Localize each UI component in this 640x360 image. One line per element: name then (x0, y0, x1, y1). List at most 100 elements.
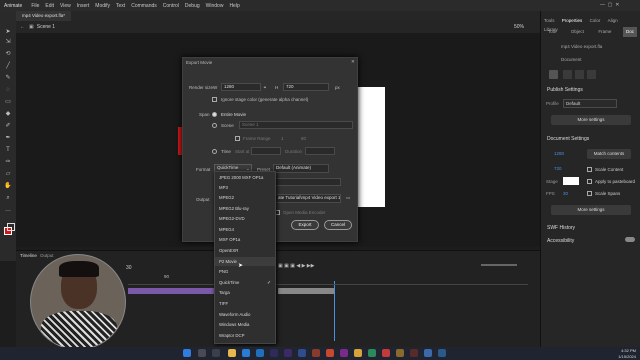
dialog-close-icon[interactable]: ✕ (351, 59, 355, 65)
doc-width[interactable]: 1280 (554, 151, 564, 156)
animate-taskbar-icon[interactable] (410, 349, 418, 357)
format-option-mpeg2[interactable]: MPEG2 (215, 193, 275, 202)
swf-history-header[interactable]: SWF History (547, 225, 575, 231)
apply-pasteboard-checkbox[interactable] (587, 179, 592, 184)
format-option-jpeg2000[interactable]: JPEG 2000 MXF OP1a (215, 173, 275, 182)
scene-radio[interactable] (212, 123, 217, 128)
illustrator-icon[interactable] (312, 349, 320, 357)
link-icon[interactable]: ⚭ (263, 85, 267, 91)
subtab-object[interactable]: Object (568, 27, 587, 37)
menu-control[interactable]: Control (160, 3, 182, 9)
format-option-png[interactable]: PNG (215, 267, 275, 276)
clock-time[interactable]: 4:32 PM (612, 348, 636, 353)
start-at-input[interactable] (251, 147, 281, 155)
format-option-openexr[interactable]: OpenEXR (215, 246, 275, 255)
rectangle-tool-icon[interactable]: ▭ (4, 99, 12, 106)
back-arrow-icon[interactable]: ← (20, 24, 25, 30)
paint-bucket-icon[interactable]: ◆ (4, 111, 12, 118)
more-tools-icon[interactable]: … (4, 207, 12, 214)
format-option-wraptor[interactable]: Wraptor DCP (215, 331, 275, 340)
match-contents-button[interactable]: Match contents (587, 149, 631, 159)
subtab-doc[interactable]: Doc (622, 27, 637, 37)
pencil-tool-icon[interactable]: ✎ (4, 75, 12, 82)
scene-label[interactable]: Scene 1 (37, 24, 55, 30)
align-icon[interactable] (563, 70, 572, 79)
app-icon-4[interactable] (368, 349, 376, 357)
frame-to[interactable]: 80 (301, 136, 306, 141)
doc-height[interactable]: 720 (554, 166, 562, 171)
profile-select[interactable]: Default (563, 99, 617, 108)
tab-align[interactable]: Align (605, 16, 621, 25)
format-option-mpeg4[interactable]: MPEG4 (215, 225, 275, 234)
height-input[interactable]: 720 (283, 83, 329, 91)
scale-spans-checkbox[interactable] (587, 191, 592, 196)
layer-span-selected[interactable] (278, 288, 334, 294)
eraser-tool-icon[interactable]: ▱ (4, 171, 12, 178)
preset-extra-field[interactable] (275, 178, 341, 186)
search-icon[interactable] (198, 349, 206, 357)
text-tool-icon[interactable]: T (4, 147, 12, 154)
tab-tools[interactable]: Tools (541, 16, 558, 25)
width-input[interactable]: 1280 (221, 83, 261, 91)
app-icon-2[interactable] (340, 349, 348, 357)
more-settings-button-2[interactable]: More settings (551, 205, 631, 215)
start-icon[interactable] (183, 349, 191, 357)
preset-select[interactable]: Default (Animate) (273, 164, 329, 173)
hand-tool-icon[interactable]: ✋ (4, 183, 12, 190)
format-option-mpeg2-dvd[interactable]: MPEG2-DVD (215, 214, 275, 223)
timeline-zoom-slider[interactable] (481, 264, 517, 266)
app-icon[interactable] (326, 349, 334, 357)
magnet-icon[interactable] (549, 70, 558, 79)
format-option-targa[interactable]: Targa (215, 288, 275, 297)
output-path-field[interactable]: ate Tutorial\mp4 Video export 1 (275, 194, 341, 203)
frame-ruler[interactable] (128, 279, 528, 285)
grid-icon[interactable] (575, 70, 584, 79)
scene-select[interactable]: Scene 1 (239, 121, 353, 129)
subselection-tool-icon[interactable]: ⇲ (4, 39, 12, 46)
format-option-p2-movie[interactable]: P2 Movie (215, 257, 275, 266)
tab-output[interactable]: Output (40, 253, 54, 258)
fps-value[interactable]: 30 (563, 191, 568, 196)
menu-help[interactable]: Help (226, 3, 242, 9)
folder-icon[interactable]: ▭ (346, 195, 350, 201)
selection-tool-icon[interactable]: ➤ (4, 29, 12, 36)
duration-input[interactable] (305, 147, 335, 155)
publish-settings-header[interactable]: Publish Settings (547, 87, 583, 93)
fps-readout[interactable]: 30 (126, 265, 132, 271)
menu-insert[interactable]: Insert (74, 3, 93, 9)
menu-file[interactable]: File (28, 3, 42, 9)
stage-color-swatch[interactable] (563, 177, 579, 185)
tab-properties[interactable]: Properties (559, 16, 586, 25)
format-option-mpeg2-bluray[interactable]: MPEG2 Blu-ray (215, 204, 275, 213)
window-controls[interactable]: — ▢ ✕ (600, 2, 619, 8)
menu-edit[interactable]: Edit (42, 3, 57, 9)
premiere-icon[interactable] (270, 349, 278, 357)
document-tab[interactable]: mp4 Video export.fla* (16, 11, 71, 21)
edge-icon[interactable] (242, 349, 250, 357)
menu-view[interactable]: View (57, 3, 74, 9)
scale-content-checkbox[interactable] (587, 167, 592, 172)
vscode-icon[interactable] (256, 349, 264, 357)
format-option-tiff[interactable]: TIFF (215, 299, 275, 308)
subtab-tool[interactable]: Tool (545, 27, 559, 37)
format-option-windows-media[interactable]: Windows Media (215, 320, 275, 329)
export-button[interactable]: Export (291, 220, 319, 230)
accessibility-toggle[interactable] (625, 237, 635, 242)
menu-modify[interactable]: Modify (92, 3, 113, 9)
after-effects-icon[interactable] (284, 349, 292, 357)
brush-tool-icon[interactable]: ✐ (4, 123, 12, 130)
ignore-stage-color-checkbox[interactable] (212, 97, 217, 102)
menu-text[interactable]: Text (113, 3, 128, 9)
accessibility-header[interactable]: Accessibility (547, 238, 574, 244)
document-settings-header[interactable]: Document Settings (547, 136, 589, 142)
playhead[interactable] (334, 281, 335, 341)
tab-color[interactable]: Color (587, 16, 604, 25)
task-view-icon[interactable] (212, 349, 220, 357)
format-option-quicktime[interactable]: QuickTime (215, 278, 275, 287)
line-tool-icon[interactable]: ╱ (4, 63, 12, 70)
free-transform-icon[interactable]: ⟲ (4, 51, 12, 58)
file-explorer-icon[interactable] (228, 349, 236, 357)
format-option-mxf[interactable]: MXF OP1a (215, 235, 275, 244)
app-icon-5[interactable] (382, 349, 390, 357)
frame-from[interactable]: 1 (281, 136, 284, 141)
